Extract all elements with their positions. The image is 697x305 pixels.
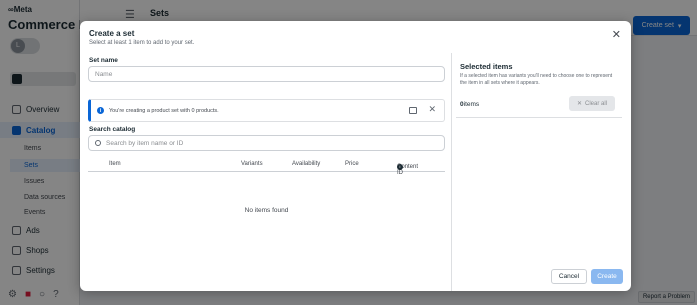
selected-items-title: Selected items bbox=[460, 62, 513, 71]
column-item[interactable]: Item bbox=[109, 161, 121, 167]
search-icon bbox=[95, 140, 101, 146]
close-icon: ✕ bbox=[576, 101, 582, 107]
set-name-field[interactable] bbox=[88, 66, 445, 82]
search-field[interactable] bbox=[88, 135, 445, 151]
column-variants[interactable]: Variants bbox=[241, 161, 263, 167]
selected-items-description: If a selected item has variants you'll n… bbox=[460, 73, 613, 86]
cancel-button[interactable]: Cancel bbox=[551, 269, 587, 284]
divider bbox=[451, 53, 452, 291]
selected-count: 0items bbox=[460, 101, 480, 108]
feedback-icon[interactable] bbox=[409, 107, 417, 114]
info-icon: i bbox=[397, 164, 403, 170]
set-name-label: Set name bbox=[89, 57, 118, 64]
info-icon: i bbox=[97, 107, 104, 114]
clear-all-button[interactable]: ✕ Clear all bbox=[569, 96, 615, 111]
create-button[interactable]: Create bbox=[591, 269, 623, 284]
set-name-input[interactable] bbox=[95, 70, 444, 78]
table-header: Item Variants Availability Price Content… bbox=[88, 158, 445, 176]
empty-state: No items found bbox=[244, 207, 289, 214]
divider bbox=[456, 117, 622, 118]
column-availability[interactable]: Availability bbox=[292, 161, 320, 167]
search-input[interactable] bbox=[106, 139, 444, 147]
create-set-dialog: Create a set Select at least 1 item to a… bbox=[80, 21, 631, 291]
close-icon[interactable]: ✕ bbox=[612, 28, 621, 41]
dismiss-banner-icon[interactable]: ✕ bbox=[428, 104, 436, 115]
dialog-subtitle: Select at least 1 item to add to your se… bbox=[89, 40, 195, 46]
search-catalog-label: Search catalog bbox=[89, 126, 136, 133]
dialog-title: Create a set bbox=[89, 29, 135, 38]
info-banner: i You're creating a product set with 0 p… bbox=[88, 99, 445, 122]
info-text: You're creating a product set with 0 pro… bbox=[109, 107, 219, 114]
column-price[interactable]: Price bbox=[345, 161, 359, 167]
